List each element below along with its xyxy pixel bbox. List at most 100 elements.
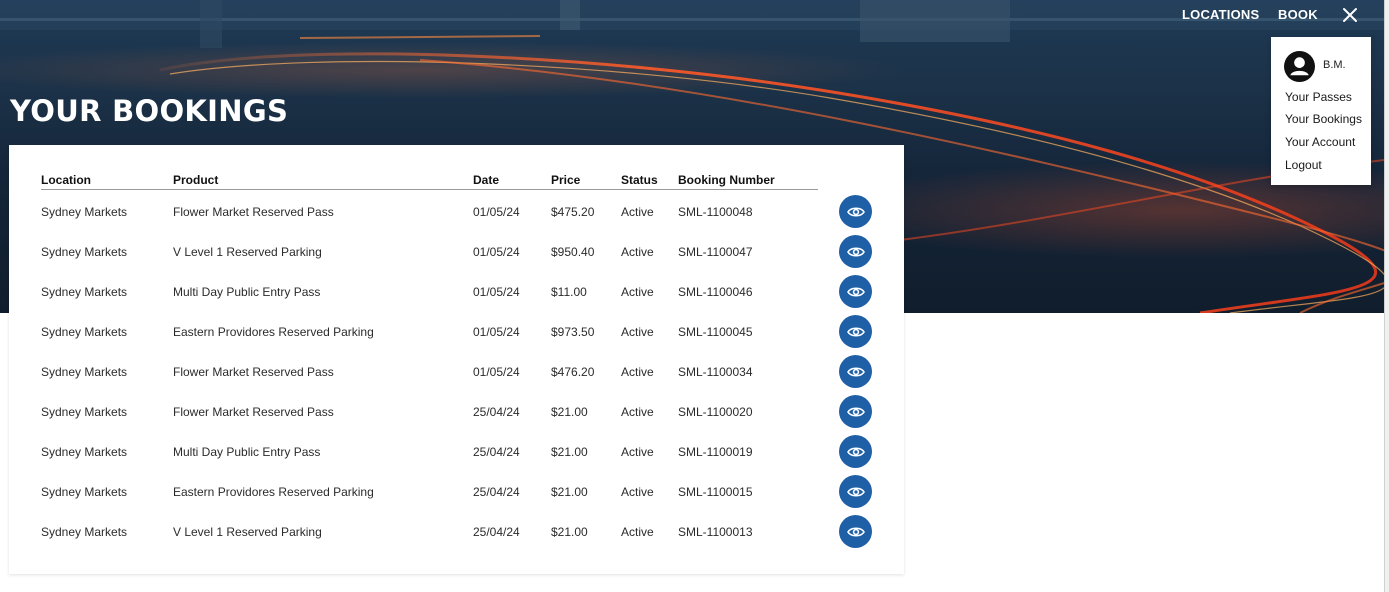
close-icon[interactable] [1341,6,1359,24]
cell-date: 25/04/24 [473,405,520,419]
view-booking-button[interactable] [839,395,872,428]
cell-booking-number: SML-1100020 [678,405,753,419]
eye-icon [846,486,865,497]
cell-status: Active [621,405,654,419]
cell-price: $973.50 [551,325,595,339]
eye-icon [846,206,865,217]
cell-location: Sydney Markets [41,245,128,259]
view-booking-button[interactable] [839,315,872,348]
cell-product: Flower Market Reserved Pass [173,205,334,219]
cell-status: Active [621,525,654,539]
table-row: Sydney Markets Multi Day Public Entry Pa… [41,272,872,312]
cell-price: $475.20 [551,205,595,219]
user-initials: B.M. [1323,59,1346,71]
cell-product: Eastern Providores Reserved Parking [173,485,374,499]
cell-booking-number: SML-1100047 [678,245,753,259]
cell-location: Sydney Markets [41,405,128,419]
view-booking-button[interactable] [839,355,872,388]
column-header-product: Product [173,173,219,187]
cell-price: $21.00 [551,485,588,499]
cell-location: Sydney Markets [41,365,128,379]
cell-booking-number: SML-1100048 [678,205,753,219]
cell-location: Sydney Markets [41,205,128,219]
page-scrollbar[interactable] [1384,0,1389,592]
cell-status: Active [621,325,654,339]
cell-product: Flower Market Reserved Pass [173,405,334,419]
cell-status: Active [621,285,654,299]
cell-price: $950.40 [551,245,595,259]
bookings-card: Location Product Date Price Status Booki… [9,145,904,574]
user-avatar-icon[interactable] [1284,51,1315,82]
cell-date: 01/05/24 [473,365,520,379]
cell-price: $476.20 [551,365,595,379]
view-booking-button[interactable] [839,475,872,508]
table-row: Sydney Markets Flower Market Reserved Pa… [41,392,872,432]
table-row: Sydney Markets Flower Market Reserved Pa… [41,352,872,392]
cell-price: $11.00 [551,285,587,299]
cell-status: Active [621,445,654,459]
cell-price: $21.00 [551,525,588,539]
menu-item-your-account[interactable]: Your Account [1285,135,1355,149]
eye-icon [846,446,865,457]
cell-status: Active [621,365,654,379]
view-booking-button[interactable] [839,435,872,468]
table-row: Sydney Markets Flower Market Reserved Pa… [41,192,872,232]
menu-item-logout[interactable]: Logout [1285,158,1322,172]
nav-locations-link[interactable]: LOCATIONS [1182,7,1259,22]
cell-product: Flower Market Reserved Pass [173,365,334,379]
cell-date: 01/05/24 [473,325,520,339]
cell-product: Multi Day Public Entry Pass [173,445,321,459]
column-header-price: Price [551,173,581,187]
cell-status: Active [621,245,654,259]
view-booking-button[interactable] [839,515,872,548]
cell-status: Active [621,485,654,499]
cell-status: Active [621,205,654,219]
eye-icon [846,246,865,257]
cell-location: Sydney Markets [41,525,128,539]
table-row: Sydney Markets Multi Day Public Entry Pa… [41,432,872,472]
cell-date: 25/04/24 [473,525,520,539]
cell-location: Sydney Markets [41,285,128,299]
cell-date: 25/04/24 [473,485,520,499]
cell-product: Eastern Providores Reserved Parking [173,325,374,339]
menu-item-your-passes[interactable]: Your Passes [1285,90,1352,104]
cell-product: Multi Day Public Entry Pass [173,285,321,299]
cell-date: 25/04/24 [473,445,520,459]
cell-location: Sydney Markets [41,485,128,499]
table-row: Sydney Markets V Level 1 Reserved Parkin… [41,232,872,272]
bookings-table-header: Location Product Date Price Status Booki… [41,171,818,190]
eye-icon [846,326,865,337]
view-booking-button[interactable] [839,235,872,268]
cell-booking-number: SML-1100046 [678,285,753,299]
table-row: Sydney Markets Eastern Providores Reserv… [41,312,872,352]
cell-booking-number: SML-1100013 [678,525,753,539]
column-header-booking-number: Booking Number [678,173,775,187]
cell-product: V Level 1 Reserved Parking [173,525,322,539]
eye-icon [846,366,865,377]
view-booking-button[interactable] [839,275,872,308]
table-row: Sydney Markets Eastern Providores Reserv… [41,472,872,512]
cell-booking-number: SML-1100045 [678,325,753,339]
cell-date: 01/05/24 [473,245,520,259]
eye-icon [846,286,865,297]
table-row: Sydney Markets V Level 1 Reserved Parkin… [41,512,872,552]
user-menu-dropdown: B.M. Your Passes Your Bookings Your Acco… [1271,37,1371,185]
view-booking-button[interactable] [839,195,872,228]
cell-booking-number: SML-1100019 [678,445,753,459]
cell-product: V Level 1 Reserved Parking [173,245,322,259]
column-header-location: Location [41,173,91,187]
cell-date: 01/05/24 [473,205,520,219]
eye-icon [846,526,865,537]
cell-price: $21.00 [551,445,588,459]
menu-item-your-bookings[interactable]: Your Bookings [1285,112,1362,126]
column-header-date: Date [473,173,500,187]
column-header-status: Status [621,173,658,187]
cell-location: Sydney Markets [41,445,128,459]
cell-location: Sydney Markets [41,325,128,339]
cell-booking-number: SML-1100015 [678,485,753,499]
page-title: YOUR BOOKINGS [10,94,289,128]
eye-icon [846,406,865,417]
cell-date: 01/05/24 [473,285,520,299]
nav-book-link[interactable]: BOOK [1278,7,1318,22]
cell-price: $21.00 [551,405,588,419]
